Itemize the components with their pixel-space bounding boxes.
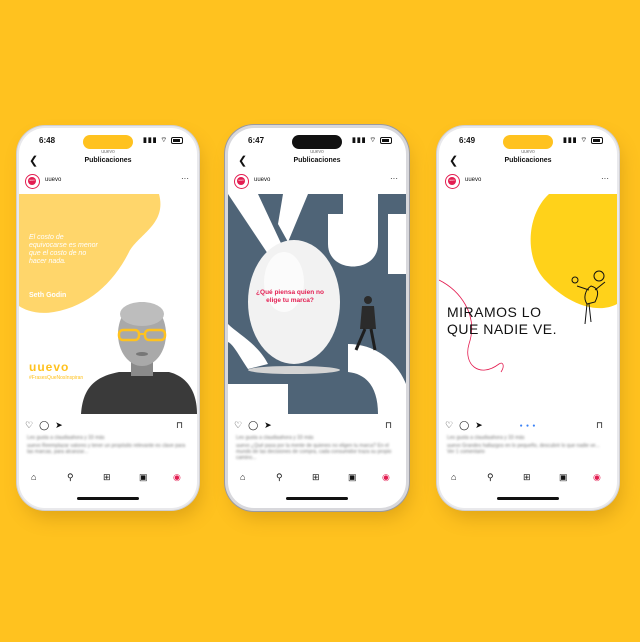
profile-icon[interactable]: ◉ — [593, 472, 601, 483]
reels-icon[interactable]: ▣ — [559, 472, 568, 483]
likes-text[interactable]: Les gusta a claudiaahora y 33 más — [236, 435, 398, 441]
search-icon[interactable]: ⚲ — [276, 472, 283, 483]
share-icon[interactable]: ➤ — [264, 420, 272, 430]
caption-text: uuevo Grandes hallazgos en lo pequeño, d… — [447, 443, 609, 455]
nav-username: uuevo — [101, 149, 115, 155]
hashtag: #FrasesQueNosInspiran — [29, 375, 84, 381]
comment-icon[interactable]: ◯ — [248, 420, 258, 430]
avatar[interactable] — [25, 174, 40, 189]
caption-text: uuevo Reemplazar valores y tener un prop… — [27, 443, 186, 455]
home-icon[interactable]: ⌂ — [31, 472, 36, 482]
comments-link[interactable]: Ver 1 comentario — [447, 449, 609, 455]
quote-text: El costo de equivocarse es menor que el … — [29, 234, 98, 265]
avatar[interactable] — [234, 174, 249, 189]
avatar[interactable] — [445, 174, 460, 189]
page-title: Publicaciones — [504, 157, 552, 164]
post-graphic — [19, 194, 197, 414]
heart-icon[interactable]: ♡ — [25, 420, 33, 430]
home-indicator — [286, 497, 348, 500]
post-headline: MIRAMOS LO QUE NADIE VE. — [447, 304, 557, 338]
headline-line-2: QUE NADIE VE. — [447, 321, 557, 337]
profile-icon[interactable]: ◉ — [173, 472, 181, 483]
status-bar: 6:49 ▮▮▮ ⌔ — [439, 136, 617, 148]
post-actions: ♡ ◯ ➤ ● ● ● ⊓ — [445, 420, 611, 432]
page-title: Publicaciones — [84, 157, 132, 164]
comment-icon[interactable]: ◯ — [39, 420, 49, 430]
tab-bar: ⌂ ⚲ ⊞ ▣ ◉ — [439, 472, 617, 488]
status-time: 6:49 — [459, 136, 476, 145]
phone-mockup-3: 6:49 ▮▮▮ ⌔ ❮ uuevo Publicaciones uuevo ·… — [439, 128, 617, 508]
post-image[interactable]: El costo de equivocarse es menor que el … — [19, 194, 197, 414]
search-icon[interactable]: ⚲ — [487, 472, 494, 483]
nav-username: uuevo — [521, 149, 535, 155]
status-time: 6:47 — [248, 136, 265, 145]
post-image[interactable]: ¿Qué piensa quien no elige tu marca? — [228, 194, 406, 414]
battery-icon — [380, 136, 392, 144]
comment-icon[interactable]: ◯ — [459, 420, 469, 430]
likes-text[interactable]: Les gusta a claudiaahora y 33 más — [447, 435, 609, 441]
phone-mockup-1: 6:48 ▮▮▮ ⌔ ❮ uuevo Publicaciones uuevo ·… — [19, 128, 197, 508]
nav-bar: ❮ uuevo Publicaciones — [19, 149, 197, 170]
nav-username: uuevo — [310, 149, 324, 155]
tab-bar: ⌂ ⚲ ⊞ ▣ ◉ — [19, 472, 197, 488]
add-icon[interactable]: ⊞ — [523, 472, 531, 483]
status-icons: ▮▮▮ ⌔ — [563, 136, 603, 145]
quote-author: Seth Godin — [29, 292, 67, 299]
add-icon[interactable]: ⊞ — [103, 472, 111, 483]
post-header: uuevo ··· — [25, 174, 191, 190]
heart-icon[interactable]: ♡ — [445, 420, 453, 430]
post-header: uuevo ··· — [445, 174, 611, 190]
battery-icon — [591, 136, 603, 144]
status-icons: ▮▮▮ ⌔ — [352, 136, 392, 145]
post-question: ¿Qué piensa quien no elige tu marca? — [256, 289, 324, 304]
post-actions: ♡ ◯ ➤ ⊓ — [25, 420, 191, 432]
brand-logo: uuevo — [29, 360, 70, 374]
heart-icon[interactable]: ♡ — [234, 420, 242, 430]
likes-text[interactable]: Les gusta a claudiaahora y 33 más — [27, 435, 189, 441]
more-icon[interactable]: ··· — [601, 174, 609, 183]
home-icon[interactable]: ⌂ — [240, 472, 245, 482]
status-icons: ▮▮▮ ⌔ — [143, 136, 183, 145]
post-header: uuevo ··· — [234, 174, 400, 190]
reels-icon[interactable]: ▣ — [139, 472, 148, 483]
home-indicator — [497, 497, 559, 500]
share-icon[interactable]: ➤ — [475, 420, 483, 430]
bookmark-icon[interactable]: ⊓ — [176, 420, 183, 431]
status-bar: 6:47 ▮▮▮ ⌔ — [228, 136, 406, 148]
share-icon[interactable]: ➤ — [55, 420, 63, 430]
username[interactable]: uuevo — [465, 177, 481, 183]
bookmark-icon[interactable]: ⊓ — [385, 420, 392, 431]
phone-mockup-2: 6:47 ▮▮▮ ⌔ ❮ uuevo Publicaciones uuevo ·… — [228, 128, 406, 508]
more-icon[interactable]: ··· — [181, 174, 189, 183]
post-image[interactable]: MIRAMOS LO QUE NADIE VE. — [439, 194, 617, 414]
profile-icon[interactable]: ◉ — [382, 472, 390, 483]
status-bar: 6:48 ▮▮▮ ⌔ — [19, 136, 197, 148]
home-icon[interactable]: ⌂ — [451, 472, 456, 482]
battery-icon — [171, 136, 183, 144]
headline-line-1: MIRAMOS LO — [447, 304, 542, 320]
nav-bar: ❮ uuevo Publicaciones — [228, 149, 406, 170]
search-icon[interactable]: ⚲ — [67, 472, 74, 483]
home-indicator — [77, 497, 139, 500]
status-time: 6:48 — [39, 136, 56, 145]
nav-bar: ❮ uuevo Publicaciones — [439, 149, 617, 170]
page-title: Publicaciones — [293, 157, 341, 164]
username[interactable]: uuevo — [254, 177, 270, 183]
add-icon[interactable]: ⊞ — [312, 472, 320, 483]
caption-text: uuevo ¿Qué pasa por la mente de quienes … — [236, 443, 392, 461]
more-icon[interactable]: ··· — [390, 174, 398, 183]
post-actions: ♡ ◯ ➤ ⊓ — [234, 420, 400, 432]
username[interactable]: uuevo — [45, 177, 61, 183]
carousel-dots: ● ● ● — [519, 423, 537, 429]
tab-bar: ⌂ ⚲ ⊞ ▣ ◉ — [228, 472, 406, 488]
reels-icon[interactable]: ▣ — [348, 472, 357, 483]
bookmark-icon[interactable]: ⊓ — [596, 420, 603, 431]
